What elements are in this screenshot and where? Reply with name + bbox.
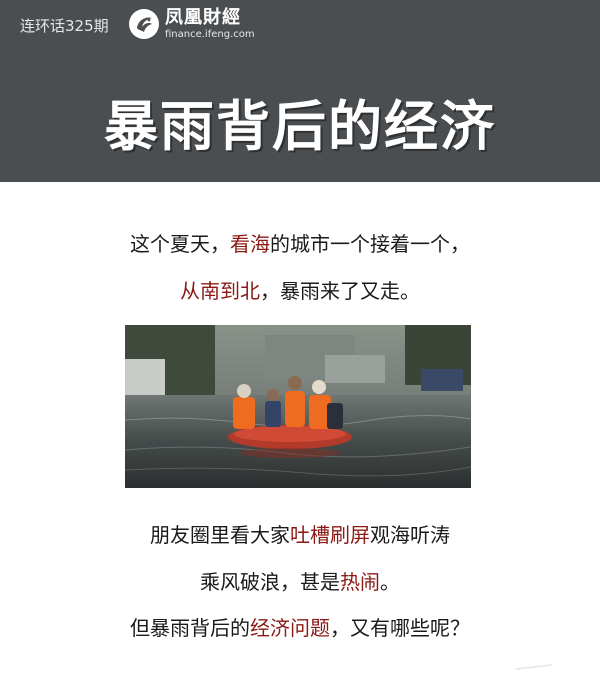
series-label: 连环话325期 bbox=[20, 17, 109, 35]
intro-line-2-highlight: 从南到北 bbox=[180, 279, 260, 303]
intro-line-1: 这个夏天，看海的城市一个接着一个， bbox=[0, 228, 600, 257]
logo-chinese-name: 凤凰財經 bbox=[165, 6, 241, 28]
outro-line-2-highlight: 热闹 bbox=[340, 570, 380, 594]
outro-line-3-highlight: 经济问题 bbox=[250, 616, 330, 640]
phoenix-logo-icon bbox=[129, 9, 159, 39]
header-banner: 连环话325期 凤凰財經 finance.ifeng.com 暴雨背后的经济 bbox=[0, 0, 600, 182]
intro-line-2: 从南到北，暴雨来了又走。 bbox=[0, 275, 600, 304]
outro-line-1-text-c: 观海听涛 bbox=[370, 523, 450, 547]
outro-line-2-text-a: 乘风破浪，甚是 bbox=[200, 570, 340, 594]
flood-rescue-photo bbox=[125, 325, 471, 488]
rescue-boat-icon bbox=[125, 325, 471, 488]
logo-domain: finance.ifeng.com bbox=[165, 28, 255, 40]
intro-line-1-text-a: 这个夏天， bbox=[130, 232, 230, 256]
page-title: 暴雨背后的经济 bbox=[104, 95, 496, 158]
outro-line-3-text-a: 但暴雨背后的 bbox=[130, 616, 250, 640]
outro-line-1-highlight: 吐槽刷屏 bbox=[290, 523, 370, 547]
ifeng-finance-logo: 凤凰財經 finance.ifeng.com bbox=[128, 8, 255, 40]
outro-line-3-text-c: ，又有哪些呢？ bbox=[330, 616, 470, 640]
intro-line-1-text-c: 的城市一个接着一个， bbox=[270, 232, 470, 256]
outro-line-3: 但暴雨背后的经济问题，又有哪些呢？ bbox=[0, 612, 600, 641]
decorative-stroke-icon bbox=[515, 664, 553, 670]
outro-line-1: 朋友圈里看大家吐槽刷屏观海听涛 bbox=[0, 519, 600, 548]
outro-line-2: 乘风破浪，甚是热闹。 bbox=[0, 566, 600, 595]
outro-line-1-text-a: 朋友圈里看大家 bbox=[150, 523, 290, 547]
intro-line-2-text-b: ，暴雨来了又走。 bbox=[260, 279, 420, 303]
outro-line-2-text-c: 。 bbox=[380, 570, 400, 594]
intro-line-1-highlight: 看海 bbox=[230, 232, 270, 256]
